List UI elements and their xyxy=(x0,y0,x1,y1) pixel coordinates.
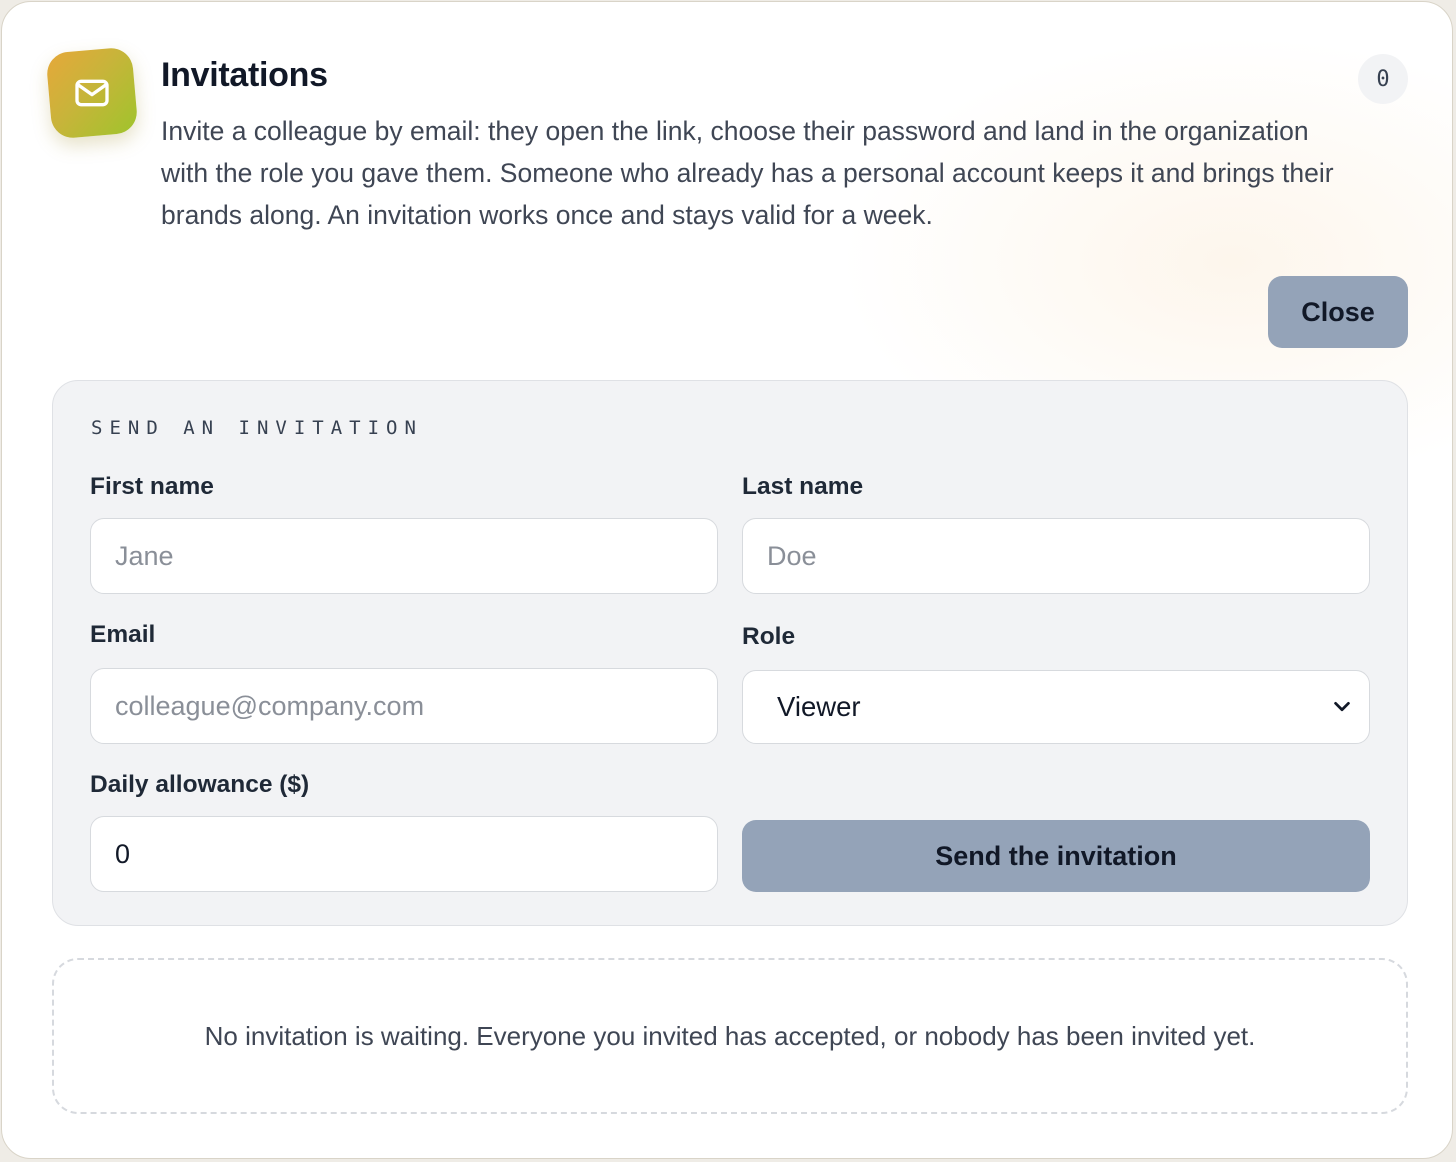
invitations-card: Invitations Invite a colleague by email:… xyxy=(1,1,1453,1159)
last-name-input[interactable] xyxy=(742,518,1370,594)
send-invitation-panel: SEND AN INVITATION First name Last name … xyxy=(52,380,1408,926)
page-title: Invitations xyxy=(161,56,328,94)
role-selected-value: Viewer xyxy=(777,691,861,722)
allowance-label: Daily allowance ($) xyxy=(90,771,310,798)
pending-count-badge: 0 xyxy=(1358,54,1408,104)
empty-state-text: No invitation is waiting. Everyone you i… xyxy=(204,1020,1256,1051)
chevron-down-icon xyxy=(1334,701,1350,712)
empty-state: No invitation is waiting. Everyone you i… xyxy=(52,958,1408,1114)
role-select[interactable]: Viewer xyxy=(742,670,1370,744)
first-name-input[interactable] xyxy=(90,518,718,594)
send-invitation-button[interactable]: Send the invitation xyxy=(742,820,1370,892)
last-name-label: Last name xyxy=(742,473,864,500)
first-name-label: First name xyxy=(90,473,214,500)
email-input[interactable] xyxy=(90,668,718,744)
role-label: Role xyxy=(742,623,796,650)
email-label: Email xyxy=(90,621,156,648)
close-button[interactable]: Close xyxy=(1268,276,1408,348)
section-title: SEND AN INVITATION xyxy=(91,417,423,439)
allowance-input[interactable] xyxy=(90,816,718,892)
mail-icon xyxy=(45,46,139,140)
page-description: Invite a colleague by email: they open t… xyxy=(161,116,1334,230)
